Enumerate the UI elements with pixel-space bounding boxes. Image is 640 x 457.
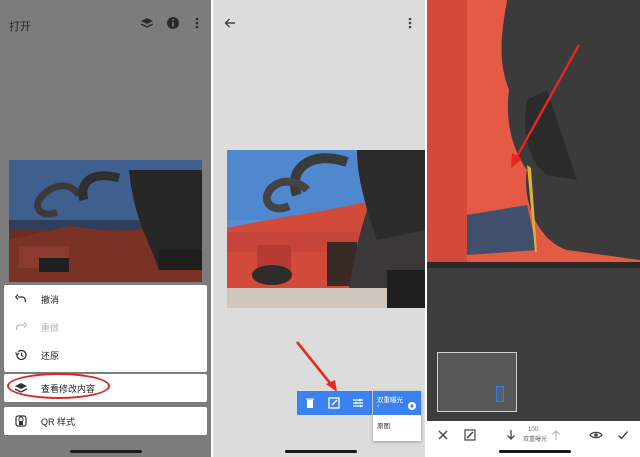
home-indicator — [70, 450, 142, 453]
mask-brush-icon[interactable] — [463, 428, 477, 442]
edit-brush-icon[interactable] — [327, 396, 341, 410]
viewport-indicator[interactable] — [496, 386, 504, 402]
home-indicator — [499, 450, 571, 453]
panel-brush-mask: 100 双重曝光 — [427, 0, 640, 457]
chevron-left-icon[interactable]: ‹ — [377, 403, 379, 410]
tune-sliders-icon[interactable] — [351, 396, 365, 410]
history-sheet: 撤消 重做 还原 — [4, 285, 207, 372]
navigator-thumbnail[interactable] — [437, 352, 517, 412]
up-arrow-icon[interactable] — [549, 428, 563, 442]
down-arrow-icon[interactable] — [504, 428, 518, 442]
qr-style-card: QR 样式 — [4, 407, 207, 435]
elephant-statue-photo — [9, 160, 202, 282]
close-icon[interactable] — [436, 428, 450, 442]
photo-preview — [227, 150, 425, 308]
qr-style-icon — [15, 415, 27, 427]
top-bar: 打开 — [0, 0, 211, 48]
panel-history-menu: 打开 撤消 重做 还原 查看修改内容 QR 样式 — [0, 0, 211, 457]
double-exposure-item[interactable]: 双重曝光 ‹ — [373, 391, 421, 415]
layers-stack-icon[interactable] — [140, 16, 154, 30]
more-vert-icon[interactable] — [190, 16, 204, 30]
filter-popup: 双重曝光 ‹ 原图 — [373, 391, 421, 441]
elephant-statue-photo — [227, 150, 425, 308]
filter-toolbar — [297, 391, 372, 415]
highlight-circle — [7, 373, 110, 399]
brush-toolbar: 100 双重曝光 — [427, 421, 640, 457]
info-icon[interactable] — [166, 16, 180, 30]
redo-menu-item: 重做 — [4, 313, 207, 341]
qr-style-label: QR 样式 — [41, 417, 76, 427]
restore-history-icon — [15, 349, 27, 361]
restore-label: 还原 — [41, 351, 60, 361]
photo-preview — [9, 160, 202, 282]
undo-label: 撤消 — [41, 295, 60, 305]
home-indicator — [285, 450, 357, 453]
restore-menu-item[interactable]: 还原 — [4, 341, 207, 369]
brush-value: 100 — [528, 427, 539, 433]
redo-label: 重做 — [41, 323, 60, 333]
back-arrow-icon[interactable] — [223, 16, 237, 30]
more-vert-icon[interactable] — [403, 16, 417, 30]
eye-icon[interactable] — [589, 428, 603, 442]
undo-icon — [14, 294, 27, 303]
redo-icon — [15, 322, 28, 331]
delete-icon[interactable] — [303, 396, 317, 410]
double-exposure-label: 双重曝光 — [377, 397, 403, 404]
check-icon[interactable] — [616, 428, 630, 442]
undo-menu-item[interactable]: 撤消 — [4, 285, 207, 313]
red-arrow-annotation — [295, 341, 337, 392]
original-image-item[interactable]: 原图 — [377, 420, 390, 430]
qr-style-menu-item[interactable]: QR 样式 — [4, 407, 207, 435]
panel-edit-stack: 双重曝光 ‹ 原图 — [213, 0, 425, 457]
open-button[interactable]: 打开 — [9, 18, 31, 34]
filter-settings-icon[interactable] — [407, 401, 417, 411]
brush-label: 双重曝光 — [523, 437, 548, 443]
